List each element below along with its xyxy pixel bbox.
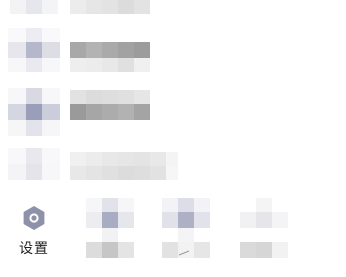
list-item-label-blurred xyxy=(70,42,150,72)
launcher-screen: 设置 xyxy=(0,0,346,277)
list-item-label-blurred xyxy=(70,152,178,180)
list-item-icon-blurred[interactable] xyxy=(8,88,60,136)
dock-app-blurred[interactable] xyxy=(240,198,288,258)
hexagon-gear-icon xyxy=(23,206,45,230)
dock-app-blurred[interactable] xyxy=(162,198,210,258)
list-item-label-blurred xyxy=(70,0,150,14)
dock-app-blurred[interactable] xyxy=(86,198,134,258)
settings-app-button[interactable]: 设置 xyxy=(8,198,60,266)
settings-label: 设置 xyxy=(19,241,49,257)
faint-glyph-icon xyxy=(178,250,190,256)
list-item-label-blurred xyxy=(70,90,150,120)
list-item-icon-blurred[interactable] xyxy=(8,148,60,180)
list-item-icon-blurred[interactable] xyxy=(8,28,60,72)
list-item-icon-blurred[interactable] xyxy=(10,0,58,14)
